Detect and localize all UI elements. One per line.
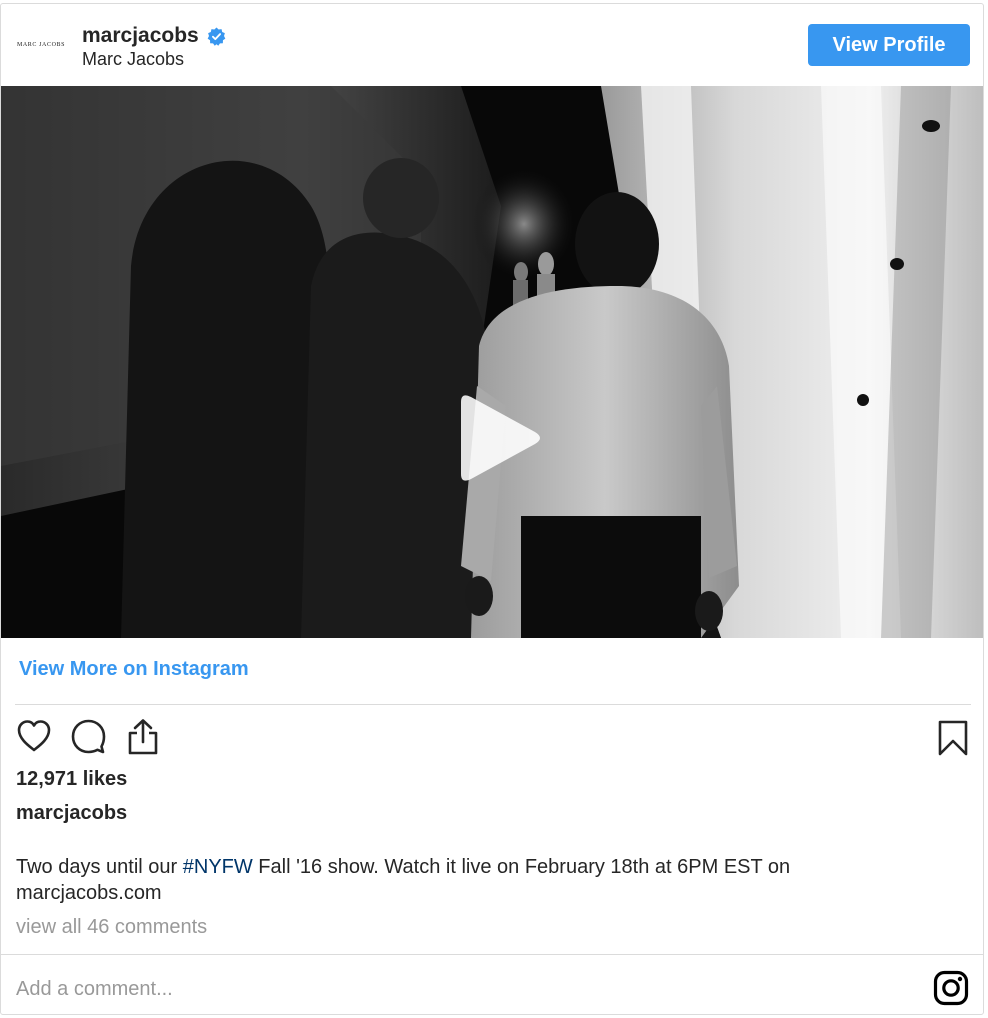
video-media[interactable] [1,86,983,638]
instagram-embed: MARC JACOBS marcjacobs Marc Jacobs View … [0,3,984,1015]
verified-badge-icon [207,26,226,46]
post-header: MARC JACOBS marcjacobs Marc Jacobs View … [1,4,983,86]
play-icon[interactable] [449,388,549,488]
caption-text-before: Two days until our [16,856,183,878]
bookmark-icon[interactable] [933,718,973,758]
divider [1,954,983,955]
full-name: Marc Jacobs [82,49,185,69]
view-comments-link[interactable]: view all 46 comments [16,916,207,939]
username-row: marcjacobs [82,24,226,48]
likes-count[interactable]: 12,971 likes [16,768,127,791]
divider [15,704,971,705]
avatar[interactable]: MARC JACOBS [13,22,69,68]
username[interactable]: marcjacobs [82,24,199,48]
view-more-link[interactable]: View More on Instagram [19,658,249,681]
video-still [1,86,983,638]
add-comment-input[interactable] [16,972,896,1006]
comment-bubble-icon[interactable] [69,718,107,754]
hashtag-link[interactable]: #NYFW [183,856,253,878]
caption-text: Two days until our #NYFW Fall '16 show. … [16,854,916,906]
caption-username[interactable]: marcjacobs [16,802,127,825]
avatar-logo-text: MARC JACOBS [16,42,66,48]
heart-icon[interactable] [15,718,53,754]
view-profile-button[interactable]: View Profile [808,24,970,66]
instagram-logo-icon[interactable] [931,968,971,1008]
share-icon[interactable] [123,718,163,756]
